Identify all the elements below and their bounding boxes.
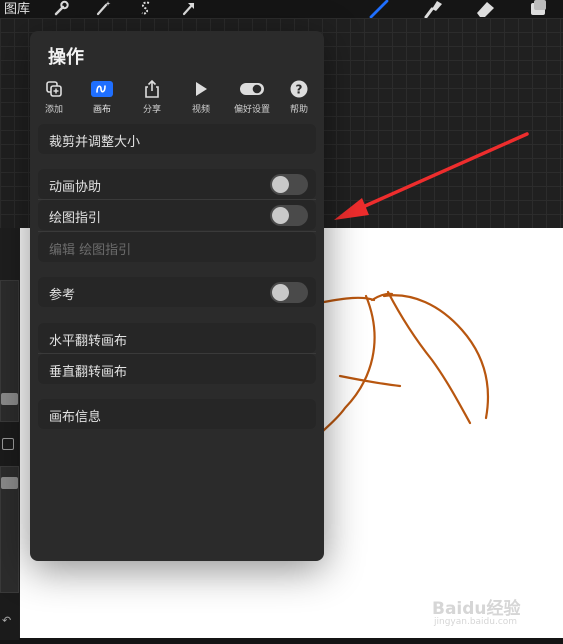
- panel-title: 操作: [48, 47, 84, 68]
- modify-button[interactable]: [2, 438, 14, 450]
- tab-label: 偏好设置: [233, 105, 270, 115]
- canvas-icon: [82, 79, 122, 99]
- tab-label: 添加: [44, 105, 63, 115]
- item-label: 参考: [49, 288, 76, 303]
- animation-assist-toggle[interactable]: [270, 174, 308, 195]
- opacity-thumb[interactable]: [1, 477, 18, 489]
- edit-drawing-guide-item: 编辑 绘图指引: [38, 232, 316, 262]
- crop-resize-item[interactable]: 裁剪并调整大小: [38, 124, 316, 154]
- add-icon: [34, 79, 74, 99]
- item-label: 动画协助: [49, 180, 102, 195]
- undo-icon[interactable]: ↶: [2, 614, 11, 627]
- tab-preferences[interactable]: 偏好设置: [230, 79, 274, 115]
- brush-size-thumb[interactable]: [1, 393, 18, 405]
- tab-video[interactable]: 视频: [181, 79, 221, 115]
- flip-vertical-item[interactable]: 垂直翻转画布: [38, 354, 316, 384]
- tab-share[interactable]: 分享: [132, 79, 172, 115]
- sketch-stroke: [338, 374, 402, 388]
- actions-tabs: 添加 画布 分享 视频 偏好设置 ? 帮助: [38, 79, 318, 115]
- item-label: 画布信息: [49, 410, 102, 425]
- item-label: 绘图指引: [49, 211, 102, 226]
- sketch-stroke: [320, 294, 376, 434]
- tab-label: 帮助: [289, 105, 308, 115]
- drawing-guide-item: 绘图指引: [38, 200, 316, 230]
- canvas-info-item[interactable]: 画布信息: [38, 399, 316, 429]
- annotation-arrow: [334, 132, 529, 220]
- toggle-icon: [230, 79, 274, 99]
- tab-label: 视频: [191, 105, 210, 115]
- flip-horizontal-item[interactable]: 水平翻转画布: [38, 323, 316, 353]
- reference-item: 参考: [38, 277, 316, 307]
- brush-size-slider[interactable]: [0, 280, 19, 422]
- reference-toggle[interactable]: [270, 282, 308, 303]
- baidu-watermark-url: jingyan.baidu.com: [434, 617, 518, 627]
- item-label: 裁剪并调整大小: [49, 135, 141, 150]
- item-label: 垂直翻转画布: [49, 365, 128, 380]
- sketch-stroke: [370, 292, 394, 302]
- share-icon: [132, 79, 172, 99]
- opacity-slider[interactable]: [0, 466, 19, 593]
- tab-label: 画布: [92, 105, 111, 115]
- tab-label: 分享: [142, 105, 161, 115]
- svg-text:?: ?: [296, 83, 303, 97]
- actions-panel: 操作 添加 画布 分享 视频 偏好设置 ? 帮助 裁剪并调整大小 动画协助 绘图…: [30, 31, 324, 561]
- item-label: 水平翻转画布: [49, 334, 128, 349]
- tab-canvas[interactable]: 画布: [82, 79, 122, 115]
- sketch-stroke: [386, 290, 472, 425]
- play-icon: [181, 79, 221, 99]
- drawing-guide-toggle[interactable]: [270, 205, 308, 226]
- item-label: 编辑 绘图指引: [49, 243, 132, 258]
- help-icon: ?: [279, 79, 319, 99]
- tab-help[interactable]: ? 帮助: [279, 79, 319, 115]
- tab-add[interactable]: 添加: [34, 79, 74, 115]
- animation-assist-item: 动画协助: [38, 169, 316, 199]
- brush-sidebar: [0, 280, 19, 640]
- baidu-watermark: Baidu经验: [432, 599, 521, 619]
